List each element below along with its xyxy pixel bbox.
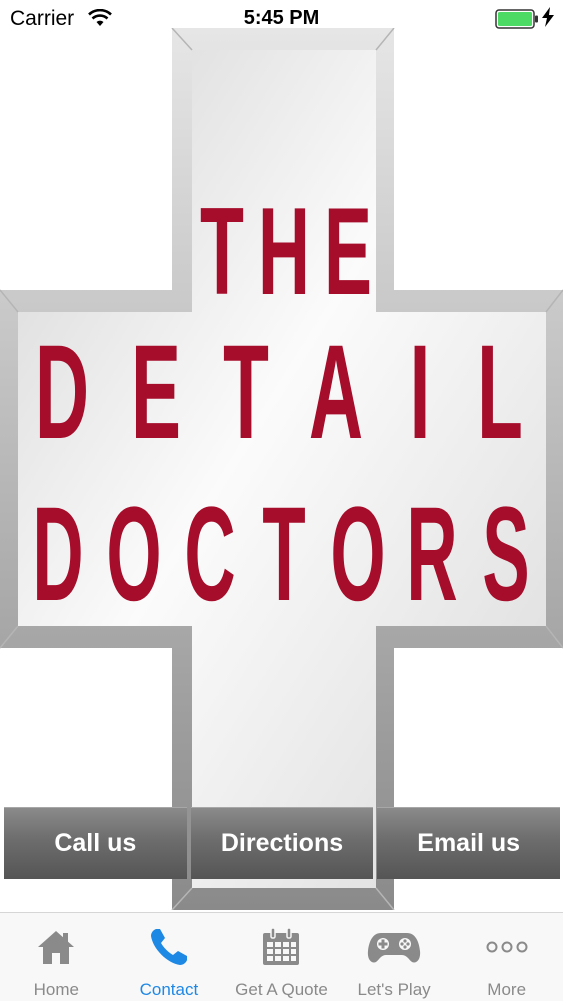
calendar-icon bbox=[261, 927, 301, 967]
tab-lets-play[interactable]: Let's Play bbox=[338, 913, 451, 1001]
detail-doctors-logo: T H E D E T A I L D O C T O R S bbox=[0, 28, 563, 910]
logo-letter: C bbox=[184, 479, 235, 629]
logo-letter: L bbox=[477, 318, 523, 467]
logo-letter: I bbox=[410, 318, 431, 467]
tab-label: More bbox=[487, 980, 527, 999]
logo-letter: D bbox=[32, 479, 83, 629]
home-icon bbox=[36, 927, 76, 967]
logo-letter: D bbox=[35, 318, 89, 467]
tab-more[interactable]: More bbox=[450, 913, 563, 1001]
logo-letter: E bbox=[131, 318, 181, 467]
logo-letter: T bbox=[223, 318, 269, 467]
logo-letter: T bbox=[200, 183, 244, 321]
tab-label: Home bbox=[33, 980, 79, 999]
phone-icon bbox=[147, 927, 191, 967]
logo-letter: A bbox=[309, 318, 363, 467]
logo-letter: H bbox=[258, 183, 310, 321]
status-bar: Carrier 5:45 PM bbox=[0, 0, 563, 38]
logo-letter: E bbox=[324, 183, 372, 321]
email-us-button[interactable]: Email us bbox=[377, 807, 561, 879]
directions-button[interactable]: Directions bbox=[190, 807, 374, 879]
logo-letter: S bbox=[482, 479, 529, 629]
tab-label: Contact bbox=[139, 980, 199, 999]
logo-letter: R bbox=[406, 479, 457, 629]
charging-icon bbox=[541, 7, 555, 32]
logo-letter: O bbox=[106, 479, 161, 629]
more-icon bbox=[485, 927, 529, 967]
logo-letter: O bbox=[330, 479, 385, 629]
tab-get-a-quote[interactable]: Get A Quote bbox=[225, 913, 338, 1001]
tab-bar: Home Contact Get A Quote Let's Play More bbox=[0, 912, 563, 1001]
call-us-button[interactable]: Call us bbox=[4, 807, 187, 879]
tab-label: Let's Play bbox=[357, 980, 431, 999]
tab-label: Get A Quote bbox=[235, 980, 328, 999]
tab-contact[interactable]: Contact bbox=[113, 913, 226, 1001]
clock-time: 5:45 PM bbox=[243, 7, 320, 29]
tab-home[interactable]: Home bbox=[0, 913, 113, 1001]
contact-action-bar: Call us Directions Email us bbox=[4, 807, 561, 879]
battery-icon bbox=[495, 9, 539, 34]
gamepad-icon bbox=[367, 927, 421, 967]
logo-letter: T bbox=[262, 479, 305, 629]
